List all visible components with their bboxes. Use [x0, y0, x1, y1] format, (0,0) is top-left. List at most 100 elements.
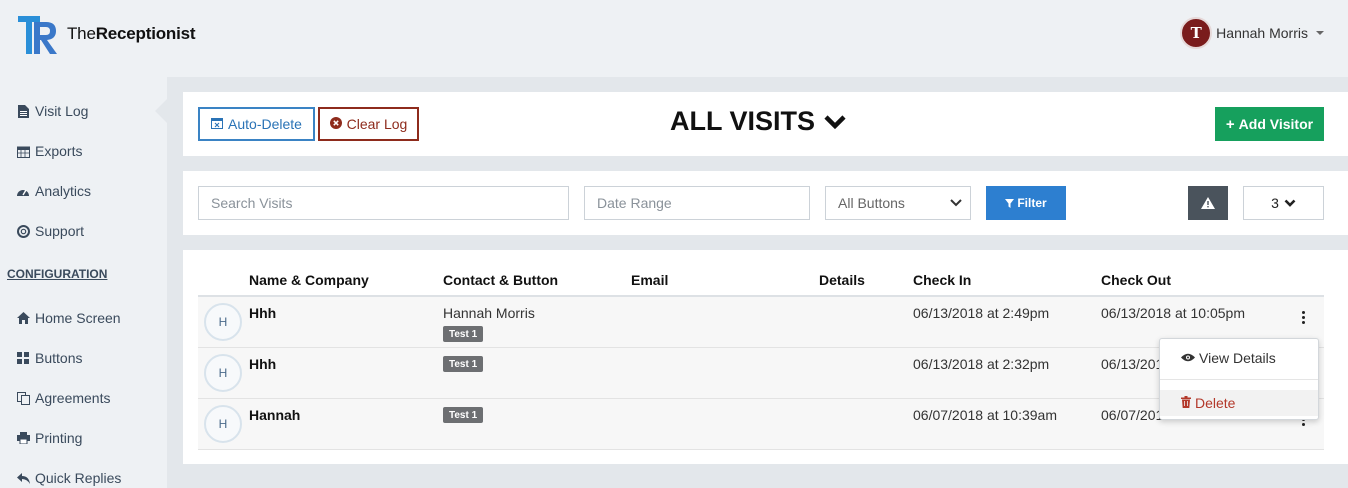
sidebar-item-printing[interactable]: Printing — [16, 428, 82, 448]
brand-prefix: The — [67, 24, 96, 43]
filter-label: Filter — [1017, 196, 1047, 210]
sidebar-item-buttons[interactable]: Buttons — [16, 348, 82, 368]
funnel-icon — [1005, 198, 1015, 208]
check-in-time: 06/13/2018 at 2:49pm — [913, 305, 1050, 321]
row-actions-menu: View Details Delete — [1159, 338, 1319, 420]
sidebar-item-analytics[interactable]: Analytics — [16, 181, 91, 201]
sidebar-item-support[interactable]: Support — [16, 221, 84, 241]
add-visitor-button[interactable]: + Add Visitor — [1215, 107, 1324, 141]
print-icon — [16, 431, 30, 445]
visits-view-selector[interactable]: ALL VISITS — [670, 106, 847, 137]
chevron-down-icon — [950, 199, 962, 207]
file-icon — [16, 104, 30, 118]
check-out-time: 06/13/2018 at 10:05pm — [1101, 305, 1246, 321]
times-circle-icon — [329, 116, 342, 132]
active-indicator — [155, 99, 167, 123]
view-details-menu-item[interactable]: View Details — [1160, 346, 1318, 370]
sidebar: Visit Log Exports Analytics Support CONF… — [0, 77, 167, 488]
reply-icon — [16, 471, 30, 485]
grid-icon — [16, 351, 30, 365]
search-placeholder: Search Visits — [211, 195, 293, 211]
calendar-icon — [16, 144, 30, 158]
column-header-check-in[interactable]: Check In — [913, 272, 971, 288]
sidebar-item-label: Home Screen — [35, 310, 121, 326]
sidebar-item-label: Support — [35, 223, 85, 239]
visitor-name: Hannah — [249, 407, 301, 423]
table-row[interactable]: H Hhh Test 1 06/13/2018 at 2:32pm 06/13/… — [198, 348, 1324, 399]
eye-icon — [1181, 351, 1195, 365]
button-badge: Test 1 — [443, 356, 484, 372]
button-badge: Test 1 — [443, 407, 484, 423]
row-actions-icon[interactable] — [1302, 311, 1306, 324]
column-header-name[interactable]: Name & Company — [249, 272, 369, 288]
date-range-input[interactable]: Date Range — [584, 186, 810, 220]
user-avatar: T — [1180, 17, 1213, 49]
chevron-down-icon — [824, 114, 846, 129]
view-details-label: View Details — [1199, 350, 1276, 366]
visitor-avatar: H — [204, 354, 242, 392]
sidebar-item-home-screen[interactable]: Home Screen — [16, 308, 121, 328]
column-header-details[interactable]: Details — [819, 272, 865, 288]
chevron-down-icon — [1284, 199, 1296, 207]
visitor-name: Hhh — [249, 305, 277, 321]
delete-menu-item[interactable]: Delete — [1160, 390, 1318, 416]
filter-panel: Search Visits Date Range All Buttons Fil… — [183, 171, 1348, 235]
dashboard-icon — [16, 184, 30, 198]
auto-delete-label: Auto-Delete — [228, 116, 302, 132]
sidebar-item-label: Quick Replies — [35, 470, 122, 486]
alert-button[interactable] — [1188, 186, 1228, 220]
check-in-time: 06/07/2018 at 10:39am — [913, 407, 1058, 423]
brand-title: Receptionist — [95, 24, 196, 43]
sidebar-item-label: Analytics — [35, 183, 92, 199]
brand-name[interactable]: TheReceptionist — [67, 24, 196, 44]
table-row[interactable]: H Hannah Test 1 06/07/2018 at 10:39am 06… — [198, 399, 1324, 450]
user-name: Hannah Morris — [1216, 25, 1308, 41]
plus-icon: + — [1225, 115, 1235, 133]
user-menu[interactable]: T Hannah Morris — [1180, 17, 1324, 49]
sidebar-item-exports[interactable]: Exports — [16, 141, 82, 161]
check-in-time: 06/13/2018 at 2:32pm — [913, 356, 1050, 372]
clear-log-label: Clear Log — [346, 116, 408, 132]
copy-icon — [16, 391, 30, 405]
warning-icon — [1201, 197, 1215, 209]
home-icon — [16, 311, 30, 325]
trash-icon — [1181, 395, 1191, 411]
life-ring-icon — [16, 224, 30, 238]
visitor-avatar: H — [204, 405, 242, 443]
tr-logo-icon[interactable] — [16, 14, 60, 56]
button-select[interactable]: All Buttons — [825, 186, 971, 220]
chevron-down-icon — [1316, 31, 1324, 35]
contact-name: Hannah Morris — [443, 305, 535, 321]
column-header-contact[interactable]: Contact & Button — [443, 272, 558, 288]
delete-label: Delete — [1195, 395, 1236, 411]
column-header-email[interactable]: Email — [631, 272, 668, 288]
sidebar-item-label: Visit Log — [35, 103, 89, 119]
search-input[interactable]: Search Visits — [198, 186, 569, 220]
main-content: Auto-Delete Clear Log ALL VISITS + Add V… — [167, 77, 1348, 488]
sidebar-item-visit-log[interactable]: Visit Log — [16, 101, 88, 121]
calendar-times-icon — [211, 117, 224, 132]
configuration-heading: CONFIGURATION — [7, 267, 108, 281]
add-visitor-label: Add Visitor — [1238, 116, 1314, 132]
table-row[interactable]: H Hhh Hannah Morris Test 1 06/13/2018 at… — [198, 297, 1324, 348]
date-range-placeholder: Date Range — [597, 195, 672, 211]
sidebar-item-label: Agreements — [35, 390, 111, 406]
column-header-check-out[interactable]: Check Out — [1101, 272, 1171, 288]
header-panel: Auto-Delete Clear Log ALL VISITS + Add V… — [183, 92, 1348, 156]
page-count-select[interactable]: 3 — [1243, 186, 1324, 220]
button-select-value: All Buttons — [838, 195, 905, 211]
filter-button[interactable]: Filter — [986, 186, 1066, 220]
sidebar-item-quick-replies[interactable]: Quick Replies — [16, 468, 121, 488]
sidebar-item-agreements[interactable]: Agreements — [16, 388, 110, 408]
top-bar: TheReceptionist T Hannah Morris — [0, 0, 1348, 77]
sidebar-item-label: Exports — [35, 143, 83, 159]
visitor-avatar: H — [204, 303, 242, 341]
auto-delete-button[interactable]: Auto-Delete — [198, 107, 315, 141]
sidebar-item-label: Buttons — [35, 350, 83, 366]
menu-divider — [1160, 379, 1318, 380]
button-badge: Test 1 — [443, 326, 484, 342]
page-count-value: 3 — [1271, 195, 1279, 211]
visitor-name: Hhh — [249, 356, 277, 372]
clear-log-button[interactable]: Clear Log — [318, 107, 419, 141]
page-title: ALL VISITS — [670, 106, 816, 136]
